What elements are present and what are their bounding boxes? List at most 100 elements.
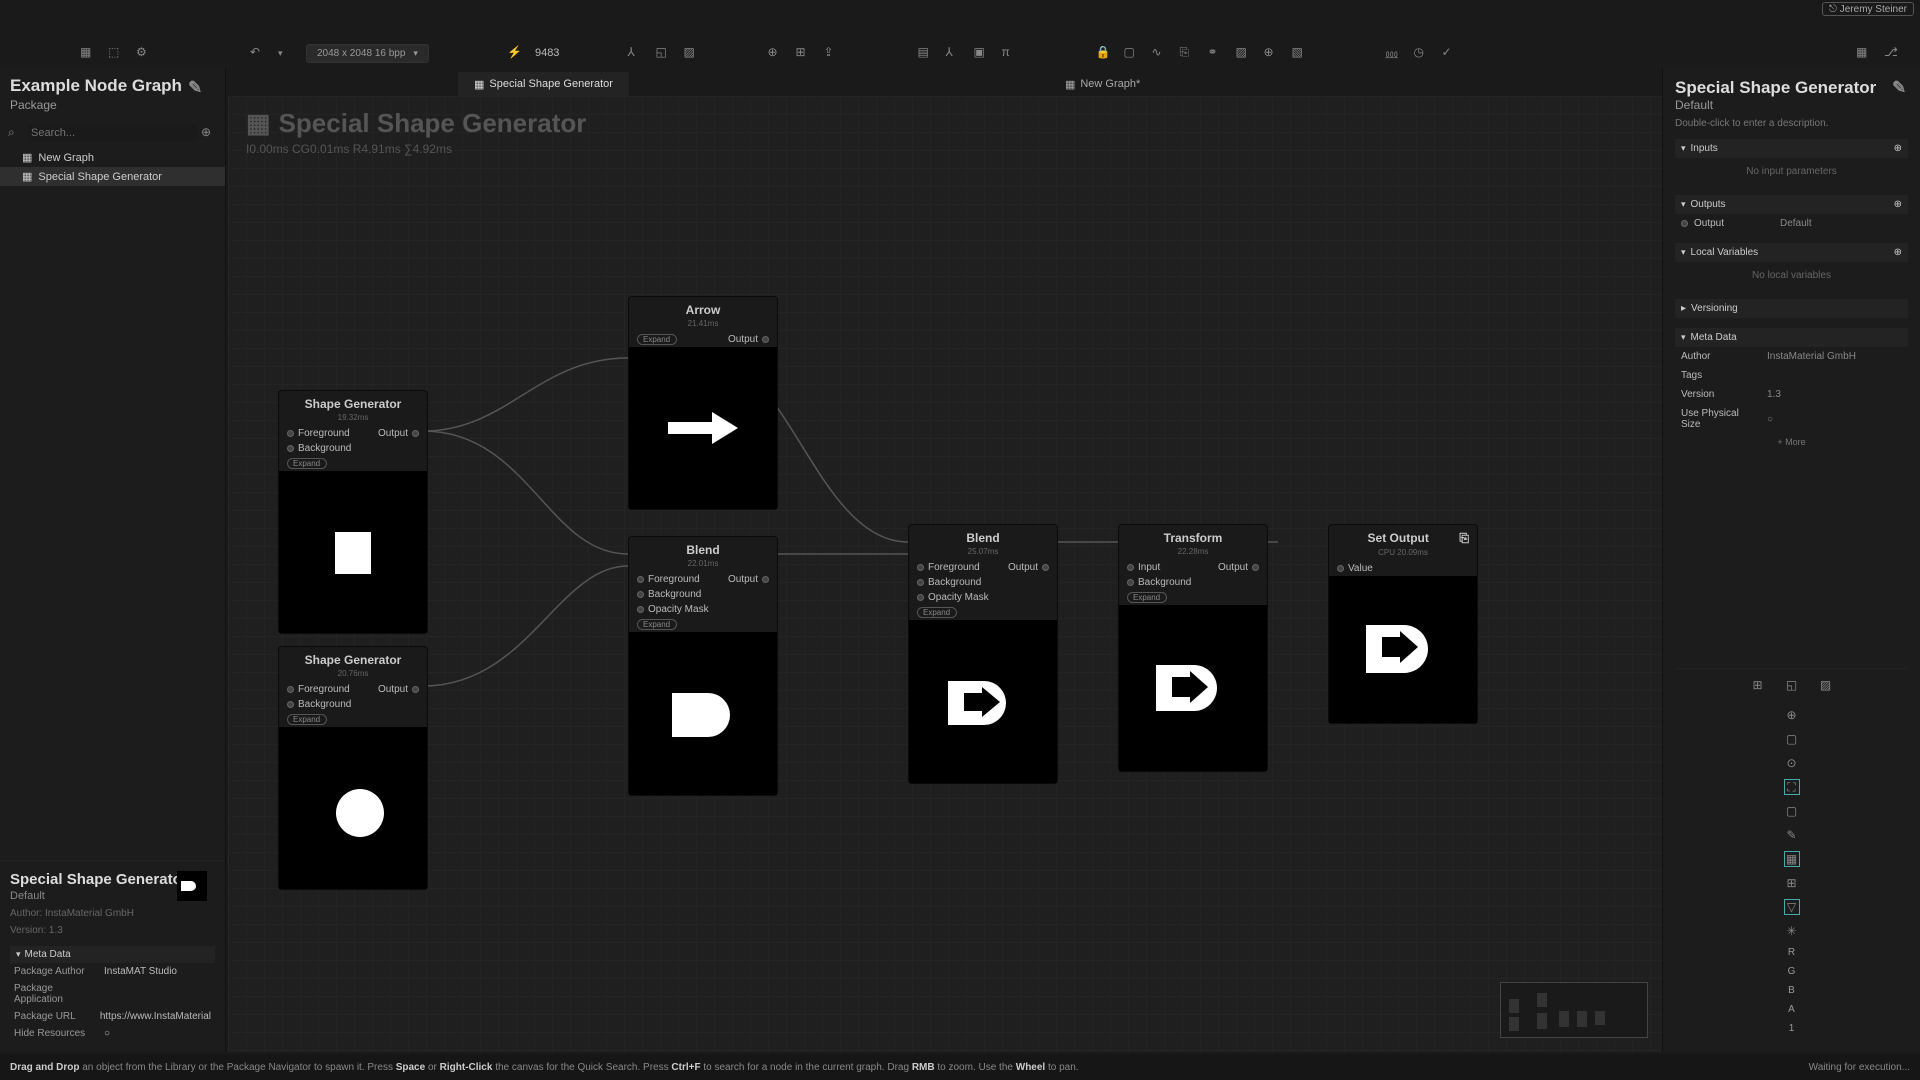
inspector-title: Special Shape Generator (1675, 78, 1876, 98)
rect-tool-icon[interactable]: ▢ (1784, 731, 1800, 747)
lock-icon[interactable]: 🔒 (1095, 45, 1111, 61)
tree-icon[interactable]: ⅄ (945, 45, 961, 61)
box-icon[interactable]: ▢ (1123, 45, 1139, 61)
wave-icon[interactable]: ∿ (1151, 45, 1167, 61)
pen-tool-icon[interactable]: ✎ (1784, 827, 1800, 843)
grid-tool-icon[interactable]: ▦ (1784, 851, 1800, 867)
cube-icon[interactable]: ◱ (655, 45, 671, 61)
tree-item-new-graph[interactable]: ▦ New Graph (0, 148, 225, 167)
chain-icon[interactable]: ⚭ (1207, 45, 1223, 61)
image-icon[interactable]: ▨ (683, 45, 699, 61)
resolution-select[interactable]: 2048 x 2048 16 bpp (306, 44, 429, 63)
node-arrow[interactable]: Arrow 21.41ms ExpandOutput (628, 296, 778, 510)
section-locals-header[interactable]: Local Variables (1675, 243, 1908, 262)
inspector-sub: Default (1675, 98, 1908, 112)
expand-button[interactable]: Expand (287, 714, 327, 725)
window-icon[interactable]: ⬚ (108, 45, 124, 61)
grid2-tool-icon[interactable]: ⊞ (1784, 875, 1800, 891)
share-icon[interactable]: ⇪ (823, 45, 839, 61)
target-tool-icon[interactable]: ⊙ (1784, 755, 1800, 771)
minimap[interactable] (1500, 982, 1648, 1038)
tool-icon[interactable]: ⎇ (1884, 45, 1900, 61)
section-metadata-header[interactable]: Meta Data (1675, 328, 1908, 347)
main-toolbar: ▦ ⬚ ⚙ ↶ 2048 x 2048 16 bpp ⚡ 9483 ⅄ ◱ ▨ … (0, 38, 1920, 68)
section-outputs-header[interactable]: Outputs (1675, 195, 1908, 214)
check-icon[interactable]: ✓ (1441, 45, 1457, 61)
more-button[interactable]: + More (1675, 434, 1908, 450)
node-canvas[interactable]: ▦ Special Shape Generator I0.00ms CG0.01… (228, 96, 1662, 1052)
status-bar: Drag and Drop an object from the Library… (0, 1054, 1920, 1080)
channel-r[interactable]: R (1788, 947, 1795, 958)
tree-item-special-shape[interactable]: ▦ Special Shape Generator (0, 167, 225, 186)
edit-title-icon[interactable] (188, 78, 204, 94)
channel-g[interactable]: G (1788, 966, 1796, 977)
edit-inspector-icon[interactable] (1892, 78, 1908, 94)
search-icon (8, 125, 24, 141)
selected-author: Author: InstaMaterial GmbH (10, 908, 215, 919)
node-transform[interactable]: Transform 22.28ms InputOutput Background… (1118, 524, 1268, 772)
package-panel: Example Node Graph Package ⊕ ▦ New Graph… (0, 68, 226, 1052)
channel-b[interactable]: B (1788, 985, 1795, 996)
focus-tool-icon[interactable]: ⛶ (1784, 779, 1800, 795)
outline-tool-icon[interactable]: ▢ (1784, 803, 1800, 819)
section-inputs-header[interactable]: Inputs (1675, 139, 1908, 158)
output-icon: ⎘ (1459, 531, 1469, 546)
gear-icon[interactable]: ⚙ (136, 45, 152, 61)
media-icon[interactable]: ▣ (973, 45, 989, 61)
flow-icon[interactable]: π (1001, 45, 1017, 61)
history-dropdown-icon[interactable] (278, 45, 294, 61)
add-output-icon[interactable] (1894, 199, 1902, 210)
channel-1[interactable]: 1 (1789, 1023, 1795, 1034)
pic-icon[interactable]: ▨ (1235, 45, 1251, 61)
graph-icon[interactable]: ⅄ (627, 45, 643, 61)
graph-tabs: ▦ Special Shape Generator ▦ New Graph* (228, 72, 1662, 96)
add-view-icon[interactable]: ⊕ (1784, 707, 1800, 723)
perf-icon[interactable]: ⚡ (507, 45, 523, 61)
canvas-title: ▦ Special Shape Generator (246, 108, 586, 139)
image-tool-icon[interactable]: ▨ (1818, 677, 1834, 693)
status-hint: Drag and Drop an object from the Library… (10, 1062, 1079, 1073)
add-local-icon[interactable] (1894, 247, 1902, 258)
section-versioning-header[interactable]: ▸Versioning (1675, 299, 1908, 318)
link-icon[interactable]: ⎘ (1179, 45, 1195, 61)
filter-tool-icon[interactable]: ▽ (1784, 899, 1800, 915)
add-input-icon[interactable] (1894, 143, 1902, 154)
node-blend-1[interactable]: Blend 22.01ms ForegroundOutput Backgroun… (628, 536, 778, 796)
panel-icon[interactable]: ▦ (80, 45, 96, 61)
search-input[interactable] (28, 124, 197, 142)
cube-tool-icon[interactable]: ◱ (1784, 677, 1800, 693)
channel-a[interactable]: A (1788, 1004, 1795, 1015)
layers-icon[interactable]: ▧ (1291, 45, 1307, 61)
add-graph-icon[interactable]: ⊕ (201, 125, 217, 141)
tab-new-graph[interactable]: ▦ New Graph* (1049, 72, 1156, 96)
timer-icon[interactable]: ◷ (1413, 45, 1429, 61)
node-shape-generator-1[interactable]: Shape Generator 19.32ms ForegroundOutput… (278, 390, 428, 634)
nodes-icon[interactable]: ⅏ (1385, 45, 1401, 61)
undo-icon[interactable]: ↶ (250, 45, 266, 61)
selected-thumb (177, 871, 207, 901)
inspector-desc[interactable]: Double-click to enter a description. (1675, 118, 1908, 129)
tab-special-shape[interactable]: ▦ Special Shape Generator (458, 72, 629, 96)
selected-title: Special Shape Generator (10, 871, 215, 888)
add-icon[interactable]: ⊕ (767, 45, 783, 61)
output-row[interactable]: OutputDefault (1675, 214, 1908, 233)
fps-counter: 9483 (535, 47, 559, 59)
user-badge[interactable]: ⎋ Jeremy Steiner (1822, 2, 1914, 16)
settings-tool-icon[interactable]: ✳ (1784, 923, 1800, 939)
package-title: Example Node Graph (10, 76, 215, 96)
selected-version: Version: 1.3 (10, 925, 215, 936)
package-subtitle: Package (10, 98, 215, 112)
status-right: Waiting for execution... (1809, 1062, 1910, 1073)
table-icon[interactable]: ▤ (917, 45, 933, 61)
node-blend-2[interactable]: Blend 25.07ms ForegroundOutput Backgroun… (908, 524, 1058, 784)
meta-data-header[interactable]: Meta Data (10, 946, 215, 963)
globe-icon[interactable]: ⊕ (1263, 45, 1279, 61)
inspector-panel: Special Shape Generator Default Double-c… (1662, 68, 1920, 1052)
add-tool-icon[interactable]: ⊞ (1750, 677, 1766, 693)
expand-button[interactable]: Expand (287, 458, 327, 469)
node-set-output[interactable]: Set Output⎘ CPU 20.09ms Value (1328, 524, 1478, 724)
canvas-stats: I0.00ms CG0.01ms R4.91ms ∑4.92ms (246, 142, 452, 156)
node-shape-generator-2[interactable]: Shape Generator 20.76ms ForegroundOutput… (278, 646, 428, 890)
inspector-icon[interactable]: ▦ (1856, 45, 1872, 61)
add-panel-icon[interactable]: ⊞ (795, 45, 811, 61)
